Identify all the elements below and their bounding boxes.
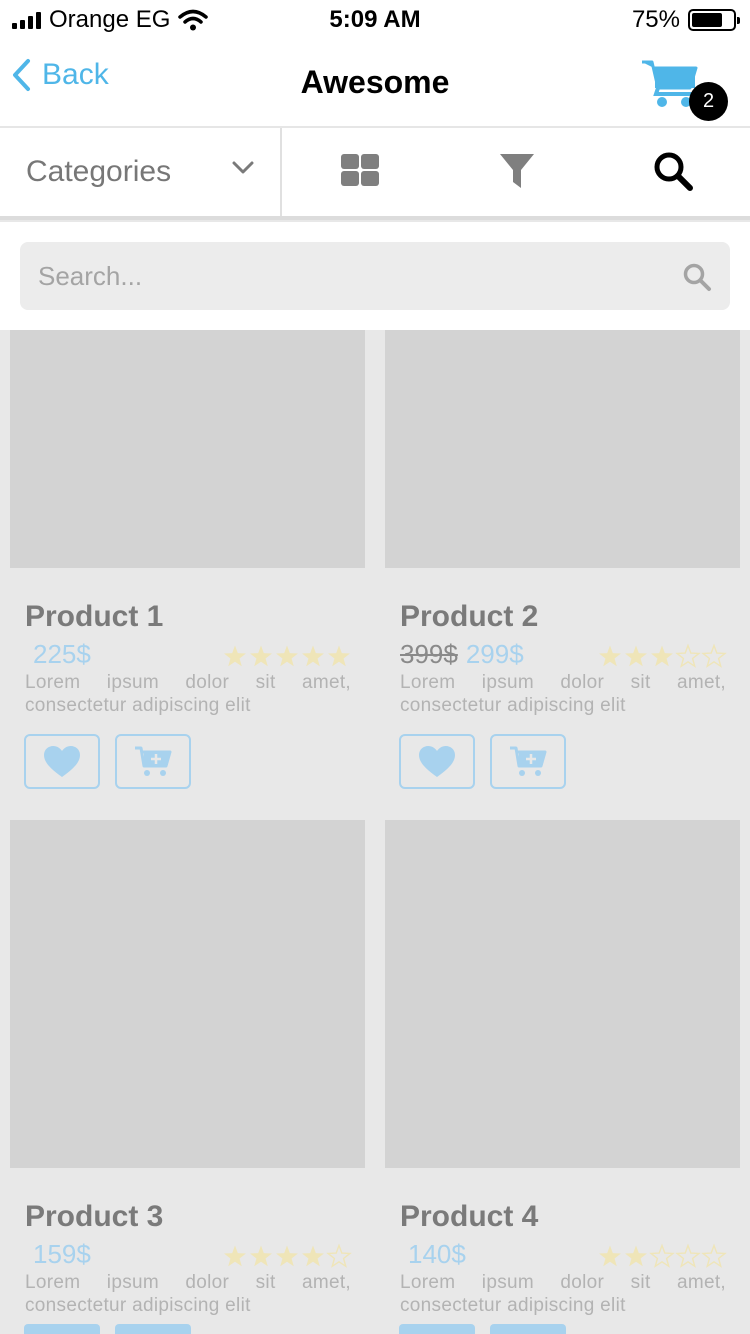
star-filled-icon xyxy=(651,645,673,667)
star-empty-icon xyxy=(675,1243,701,1268)
search-bar xyxy=(20,242,730,310)
product-description: Lorem ipsum dolor sit amet, consectetur … xyxy=(400,1272,726,1316)
star-filled-icon xyxy=(625,645,647,667)
product-name: Product 3 xyxy=(25,1200,164,1233)
star-empty-icon xyxy=(326,1243,352,1268)
search-bar-container xyxy=(0,222,750,330)
search-input[interactable] xyxy=(20,242,660,310)
product-name: Product 4 xyxy=(400,1200,539,1233)
product-current-price: 225$ xyxy=(33,639,91,669)
categories-label: Categories xyxy=(26,155,172,188)
product-current-price: 299$ xyxy=(465,639,524,669)
rating-stars xyxy=(599,1243,727,1268)
star-filled-icon xyxy=(224,1245,246,1267)
filter-icon[interactable] xyxy=(494,148,540,194)
product-image[interactable] xyxy=(10,820,365,1168)
heart-icon xyxy=(44,745,80,777)
star-empty-icon xyxy=(649,1243,675,1268)
product-current-price: 140$ xyxy=(408,1239,466,1269)
search-field-icon[interactable] xyxy=(682,262,712,292)
product-description: Lorem ipsum dolor sit amet, consectetur … xyxy=(25,1272,351,1316)
battery-fill xyxy=(692,13,722,27)
cart-plus-icon xyxy=(510,746,547,776)
product-description: Lorem ipsum dolor sit amet, consectetur … xyxy=(400,672,726,716)
star-filled-icon xyxy=(224,645,246,667)
star-filled-icon xyxy=(302,1245,324,1267)
categories-dropdown[interactable]: Categories xyxy=(0,128,282,216)
cart-badge: 2 xyxy=(689,82,728,121)
star-filled-icon xyxy=(625,1245,647,1267)
heart-icon xyxy=(419,745,455,777)
favorite-button[interactable] xyxy=(24,1324,100,1334)
star-filled-icon xyxy=(328,645,350,667)
navigation-bar: Back Awesome 2 xyxy=(0,40,750,128)
product-name: Product 2 xyxy=(400,600,539,633)
favorite-button[interactable] xyxy=(399,1324,475,1334)
toolbar: Categories xyxy=(0,128,750,220)
product-price: 159$ xyxy=(25,1239,91,1270)
cart-plus-icon xyxy=(135,746,172,776)
star-filled-icon xyxy=(599,1245,621,1267)
favorite-button[interactable] xyxy=(24,734,100,789)
product-current-price: 159$ xyxy=(33,1239,91,1269)
add-to-cart-button[interactable] xyxy=(115,734,191,789)
star-filled-icon xyxy=(276,1245,298,1267)
product-price: 399$ 299$ xyxy=(400,639,524,670)
favorite-button[interactable] xyxy=(399,734,475,789)
add-to-cart-button[interactable] xyxy=(490,734,566,789)
status-right: 75% xyxy=(631,6,740,34)
product-description: Lorem ipsum dolor sit amet, consectetur … xyxy=(25,672,351,716)
grid-icon[interactable] xyxy=(337,148,383,194)
add-to-cart-button[interactable] xyxy=(490,1324,566,1334)
search-icon[interactable] xyxy=(650,148,696,194)
star-empty-icon xyxy=(675,643,701,668)
rating-stars xyxy=(599,643,727,668)
product-price: 225$ xyxy=(25,639,91,670)
star-filled-icon xyxy=(276,645,298,667)
rating-stars xyxy=(224,645,350,667)
rating-stars xyxy=(224,1243,352,1268)
product-old-price: 399$ xyxy=(400,639,458,669)
star-filled-icon xyxy=(599,645,621,667)
star-empty-icon xyxy=(701,1243,727,1268)
battery-percent: 75% xyxy=(631,6,680,33)
chevron-down-icon xyxy=(232,161,254,174)
product-price: 140$ xyxy=(400,1239,466,1270)
star-empty-icon xyxy=(701,643,727,668)
star-filled-icon xyxy=(250,1245,272,1267)
star-filled-icon xyxy=(250,645,272,667)
product-image[interactable] xyxy=(385,820,740,1168)
status-bar: Orange EG 5:09 AM 75% xyxy=(0,0,750,40)
battery-icon xyxy=(688,9,740,31)
product-image[interactable] xyxy=(10,330,365,568)
product-image[interactable] xyxy=(385,330,740,568)
add-to-cart-button[interactable] xyxy=(115,1324,191,1334)
star-filled-icon xyxy=(302,645,324,667)
product-name: Product 1 xyxy=(25,600,164,633)
page-title: Awesome xyxy=(300,64,450,100)
